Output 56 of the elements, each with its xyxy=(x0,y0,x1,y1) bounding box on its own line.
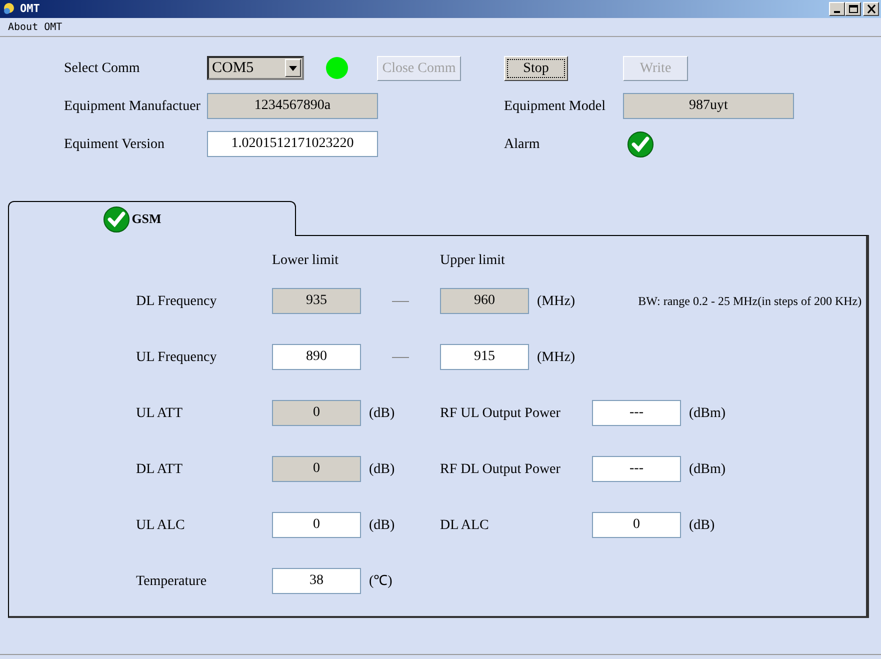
text-field[interactable]: 1.0201512171023220 xyxy=(207,131,378,157)
app-icon xyxy=(2,2,16,16)
text-field[interactable]: 987uyt xyxy=(623,93,794,119)
tab[interactable]: GSM xyxy=(8,201,296,236)
field-label: Temperature xyxy=(136,572,208,590)
close-button[interactable] xyxy=(863,2,879,16)
range-note: BW: range 0.2 - 25 MHz(in steps of 200 KHz) xyxy=(638,293,862,310)
text-field[interactable]: 0 xyxy=(272,400,361,426)
text-field[interactable]: 0 xyxy=(592,512,681,538)
unit-label: (MHz) xyxy=(537,292,576,310)
dash-line xyxy=(392,356,409,358)
maximize-button[interactable] xyxy=(845,2,861,16)
minimize-button[interactable] xyxy=(829,2,845,16)
text-field[interactable]: 0 xyxy=(272,456,361,482)
close-icon xyxy=(866,4,876,14)
caret-icon xyxy=(289,66,297,70)
field-label: DL Frequency xyxy=(136,292,218,310)
unit-label: (dB) xyxy=(369,460,395,478)
window-title: OMT xyxy=(20,0,40,17)
field-label: UL ALC xyxy=(136,516,186,534)
field-label: RF UL Output Power xyxy=(440,404,562,422)
field-label: Equipment Model xyxy=(504,98,606,116)
unit-label: (dB) xyxy=(369,404,395,422)
field-label: UL Frequency xyxy=(136,348,218,366)
unit-label: (MHz) xyxy=(537,348,576,366)
field-label: DL ATT xyxy=(136,460,184,478)
unit-label: (dBm) xyxy=(689,460,726,478)
field-label: Equipment Manufactuer xyxy=(64,98,202,116)
field-label: Alarm xyxy=(504,136,541,154)
text-field[interactable]: --- xyxy=(592,456,681,482)
unit-label: (dB) xyxy=(689,516,715,534)
maximize-icon xyxy=(848,4,858,14)
text-field[interactable]: --- xyxy=(592,400,681,426)
text-field[interactable]: 935 xyxy=(272,288,361,314)
text-field[interactable]: 0 xyxy=(272,512,361,538)
port-dropdown[interactable]: COM5 xyxy=(207,56,304,80)
field-label: Equiment Version xyxy=(64,136,166,154)
menu-item[interactable]: About OMT xyxy=(4,20,66,34)
text-field[interactable]: 890 xyxy=(272,344,361,370)
field-label: UL ATT xyxy=(136,404,184,422)
field-label: RF DL Output Power xyxy=(440,460,562,478)
column-header: Upper limit xyxy=(440,252,505,270)
minimize-icon xyxy=(834,11,840,13)
field-label: Select Comm xyxy=(64,60,141,78)
tab-label: GSM xyxy=(132,210,162,228)
text-field[interactable]: 1234567890a xyxy=(207,93,378,119)
text-field[interactable]: 38 xyxy=(272,568,361,594)
text-field[interactable]: 915 xyxy=(440,344,529,370)
column-header: Lower limit xyxy=(272,252,340,270)
text-field[interactable]: 960 xyxy=(440,288,529,314)
field-label: DL ALC xyxy=(440,516,490,534)
unit-label: (℃) xyxy=(369,572,392,590)
unit-label: (dB) xyxy=(369,516,395,534)
action-button[interactable]: Stop xyxy=(504,56,568,80)
dash-line xyxy=(392,300,409,302)
unit-label: (dBm) xyxy=(689,404,726,422)
